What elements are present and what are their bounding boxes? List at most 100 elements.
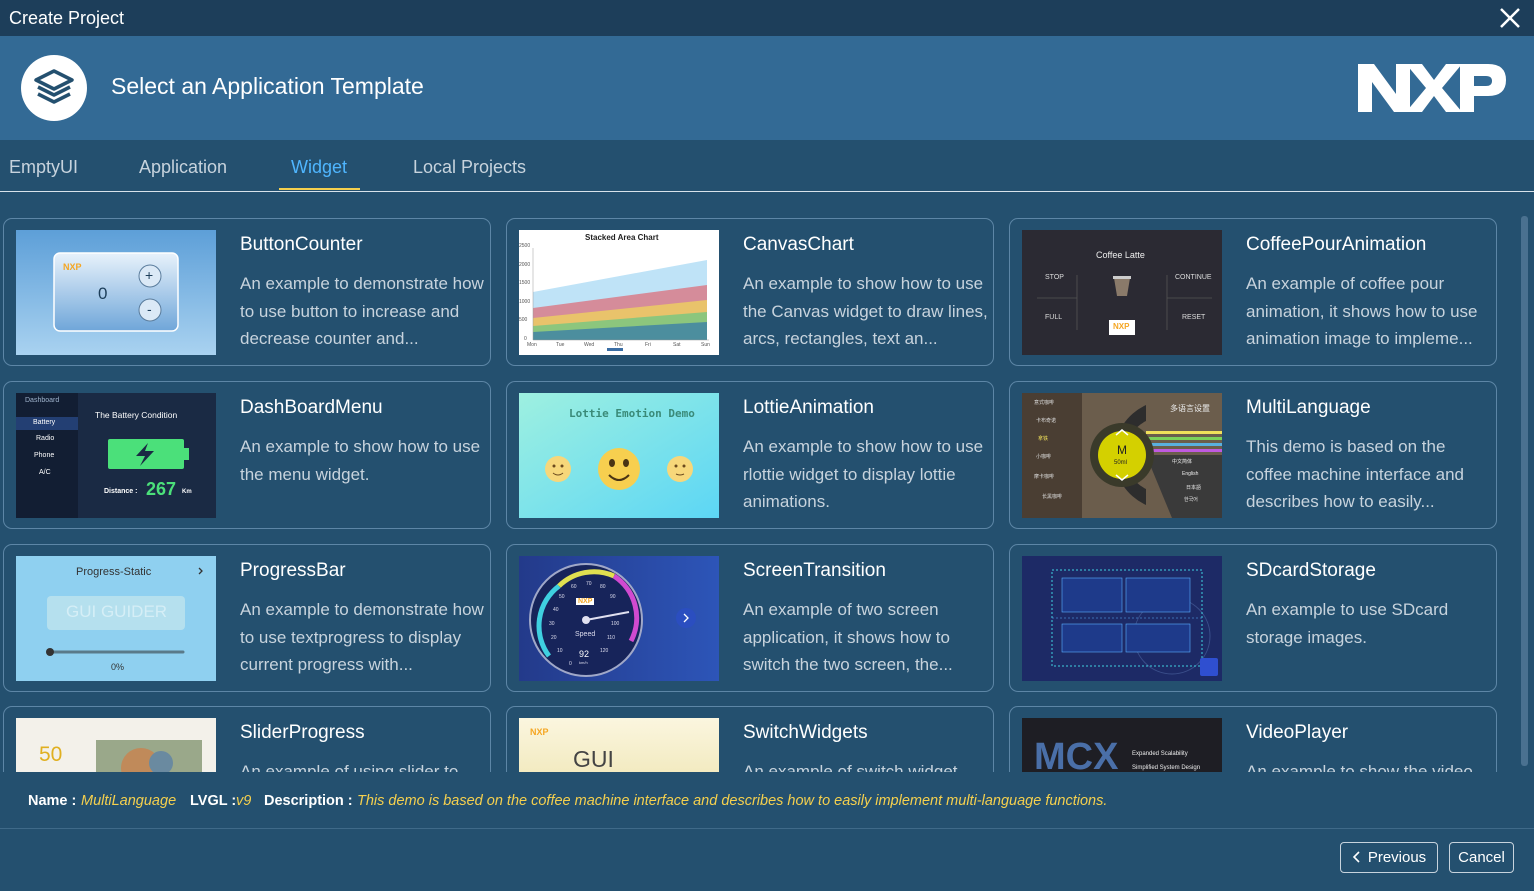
template-name: ProgressBar [240, 560, 346, 581]
close-icon[interactable] [1496, 4, 1524, 32]
template-card-buttoncounter[interactable]: NXP 0 + - ButtonCounter An example to de… [3, 218, 491, 366]
gauge-tick: 20 [551, 635, 557, 641]
gui-guider-button: GUI GUIDER [66, 602, 168, 621]
template-card-dashboardmenu[interactable]: Dashboard Battery Radio Phone A/C The Ba… [3, 381, 491, 529]
template-description: An example to show how to use the Canvas… [743, 274, 988, 348]
language-option: English [1182, 471, 1199, 477]
description-label: Description : [264, 793, 353, 809]
coffee-thumb-title: Coffee Latte [1096, 250, 1145, 260]
thumbnail-screentransition: NXP Speed 92 km/h 0 10 20 30 40 50 60 70… [519, 556, 719, 681]
template-description: An example to demonstrate how to use tex… [240, 600, 484, 674]
y-tick: 500 [519, 317, 528, 323]
cancel-button[interactable]: Cancel [1449, 842, 1514, 873]
x-tick: Sun [701, 342, 710, 348]
template-description: An example to demonstrate how to use but… [240, 274, 484, 348]
grid-scrollbar[interactable] [1521, 216, 1528, 766]
template-card-screentransition[interactable]: NXP Speed 92 km/h 0 10 20 30 40 50 60 70… [506, 544, 994, 692]
distance-value: 267 [146, 479, 177, 499]
reset-label: RESET [1182, 314, 1206, 321]
template-card-multilanguage[interactable]: M 50ml 多语言设置 意式咖啡 卡布奇诺 拿铁 小咖啡 摩卡咖啡 长黑咖啡 … [1009, 381, 1497, 529]
template-card-coffeepouranimation[interactable]: Coffee Latte STOP CONTINUE FULL RESET NX… [1009, 218, 1497, 366]
gauge-tick: 50 [559, 594, 565, 600]
template-card-progressbar[interactable]: Progress-Static GUI GUIDER 0% ProgressBa… [3, 544, 491, 692]
template-tabs: EmptyUI Application Widget Local Project… [0, 140, 1534, 192]
template-name: CoffeePourAnimation [1246, 234, 1427, 255]
previous-button[interactable]: Previous [1340, 842, 1438, 873]
template-card-sliderprogress[interactable]: 50 SliderProgress An example of using sl… [3, 706, 491, 772]
menu-item: Battery [33, 419, 56, 426]
language-option: 한국어 [1184, 497, 1198, 503]
continue-label: CONTINUE [1175, 274, 1212, 281]
thumbnail-lottieanimation: Lottie Emotion Demo [519, 393, 719, 518]
x-tick: Wed [584, 342, 595, 348]
menu-item: Radio [36, 435, 55, 442]
speed-label: Speed [575, 631, 596, 638]
template-description: An example to show how to use rlottie wi… [743, 437, 984, 511]
tab-local-projects[interactable]: Local Projects [413, 157, 526, 178]
footer-divider [0, 828, 1534, 829]
thumbnail-canvaschart: Stacked Area Chart 2500 2000 1500 1000 5… [519, 230, 719, 355]
template-description: An example to use SDcard storage images. [1246, 600, 1449, 647]
layers-icon [34, 69, 74, 104]
thumbnail-progressbar: Progress-Static GUI GUIDER 0% [16, 556, 216, 681]
progress-thumb-title: Progress-Static [76, 566, 152, 578]
counter-value: 0 [98, 284, 108, 303]
slider-value: 50 [39, 743, 63, 766]
menu-item: Phone [34, 452, 55, 459]
chart-thumb-title: Stacked Area Chart [585, 233, 659, 242]
dashboard-header: Dashboard [25, 397, 60, 404]
size-label: M [1117, 443, 1127, 457]
gauge-tick: 10 [557, 648, 563, 654]
x-tick: Mon [527, 342, 537, 348]
lvgl-value: v9 [236, 793, 252, 809]
tab-widget[interactable]: Widget [291, 157, 347, 178]
gauge-tick: 70 [586, 581, 592, 587]
template-card-videoplayer[interactable]: MCX Expanded Scalability Simplified Syst… [1009, 706, 1497, 772]
name-value: MultiLanguage [81, 793, 177, 809]
thumbnail-coffeepouranimation: Coffee Latte STOP CONTINUE FULL RESET NX… [1022, 230, 1222, 355]
gauge-tick: 120 [600, 648, 609, 654]
tab-emptyui[interactable]: EmptyUI [9, 157, 78, 178]
battery-title: The Battery Condition [95, 410, 178, 420]
template-name: LottieAnimation [743, 397, 874, 418]
nxp-mini-logo: NXP [530, 727, 549, 737]
template-name: SDcardStorage [1246, 560, 1376, 581]
page-title: Select an Application Template [111, 73, 424, 99]
stop-label: STOP [1045, 274, 1064, 281]
template-card-canvaschart[interactable]: Stacked Area Chart 2500 2000 1500 1000 5… [506, 218, 994, 366]
minus-glyph: - [147, 301, 152, 317]
thumbnail-multilanguage: M 50ml 多语言设置 意式咖啡 卡布奇诺 拿铁 小咖啡 摩卡咖啡 长黑咖啡 … [1022, 393, 1222, 518]
thumbnail-buttoncounter: NXP 0 + - [16, 230, 216, 355]
volume-label: 50ml [1114, 460, 1128, 466]
thumbnail-switchwidgets: NXP GUI [519, 718, 719, 772]
menu-item: A/C [39, 469, 51, 476]
speed-unit: km/h [579, 660, 588, 665]
nxp-mini-logo: NXP [1113, 322, 1130, 331]
template-name: ScreenTransition [743, 560, 886, 581]
nxp-logo [1358, 64, 1506, 112]
template-name: SliderProgress [240, 722, 365, 743]
template-name: SwitchWidgets [743, 722, 868, 743]
template-card-switchwidgets[interactable]: NXP GUI SwitchWidgets An example of swit… [506, 706, 994, 772]
previous-label: Previous [1367, 849, 1427, 866]
dialog-header: Select an Application Template [0, 36, 1534, 140]
gauge-tick: 100 [611, 621, 620, 627]
template-card-sdcardstorage[interactable]: SDcardStorage An example to use SDcard s… [1009, 544, 1497, 692]
template-name: DashBoardMenu [240, 397, 383, 418]
full-label: FULL [1045, 314, 1063, 321]
template-description: An example to show how to use the menu w… [240, 437, 481, 484]
gauge-tick: 40 [553, 607, 559, 613]
name-label: Name : [28, 793, 77, 809]
drink-item: 卡布奇诺 [1036, 418, 1057, 424]
thumbnail-sliderprogress: 50 [16, 718, 216, 772]
template-description: An example of switch widget... [743, 762, 972, 772]
template-description: An example of using slider to... [240, 762, 473, 772]
lottie-thumb-title: Lottie Emotion Demo [569, 407, 695, 420]
description-value: This demo is based on the coffee machine… [357, 793, 1108, 809]
template-name: VideoPlayer [1246, 722, 1349, 743]
drink-item: 摩卡咖啡 [1034, 474, 1055, 480]
tab-application[interactable]: Application [139, 157, 227, 178]
template-card-lottieanimation[interactable]: Lottie Emotion Demo LottieAnimation An e… [506, 381, 994, 529]
selected-template-info: Name : MultiLanguage LVGL : v9 Descripti… [0, 793, 1534, 815]
template-description: An example to show the video... [1246, 762, 1487, 772]
